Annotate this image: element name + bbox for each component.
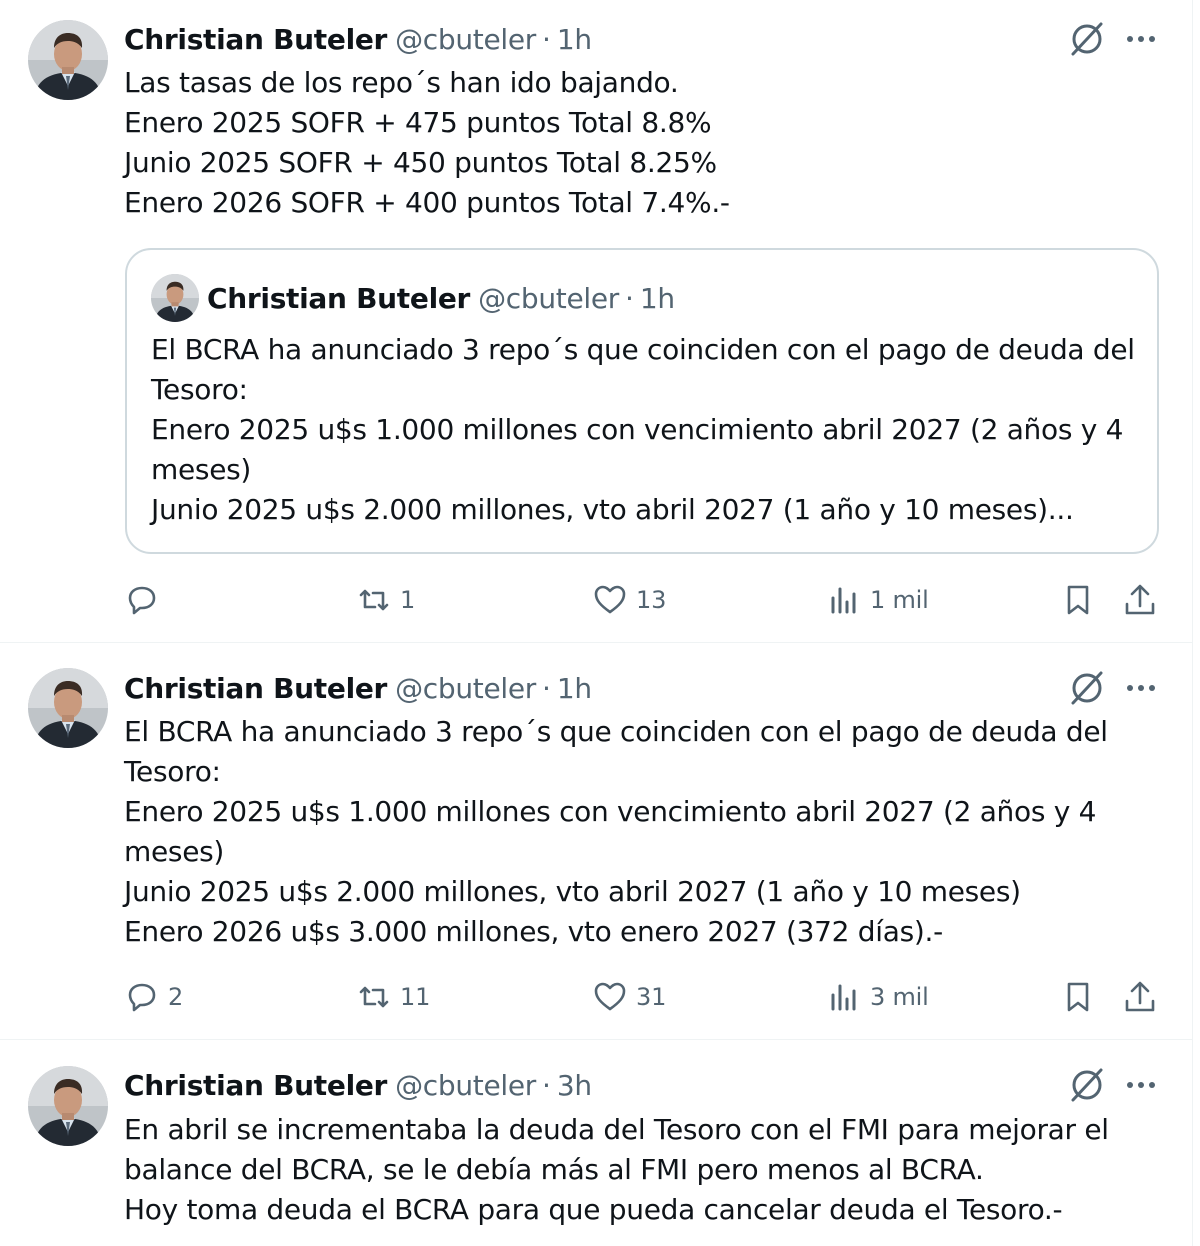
timestamp[interactable]: 3h <box>557 1069 592 1102</box>
grok-icon[interactable] <box>1068 20 1106 58</box>
more-icon[interactable] <box>1124 671 1158 705</box>
tweet-text-line: Tesoro: <box>124 755 221 788</box>
author-name[interactable]: Christian Buteler <box>207 282 470 315</box>
more-icon[interactable] <box>1124 1068 1158 1102</box>
tweet-text-line: Enero 2026 u$s 3.000 millones, vto enero… <box>124 915 943 948</box>
action-bar: 2 11 31 3 mil <box>124 975 1164 1019</box>
tweet[interactable]: Christian Buteler @cbuteler · 1h El BCRA… <box>0 643 1192 1040</box>
bookmark-button[interactable] <box>1060 578 1096 622</box>
avatar[interactable] <box>28 668 108 748</box>
like-count: 31 <box>636 983 667 1011</box>
tweet-header: Christian Buteler @cbuteler · 1h <box>124 668 592 708</box>
tweet-text-line: Enero 2026 SOFR + 400 puntos Total 7.4%.… <box>124 186 730 219</box>
bookmark-icon <box>1067 982 1089 1012</box>
quoted-tweet-header: Christian Buteler @cbuteler · 1h <box>207 278 675 318</box>
quoted-tweet[interactable]: Christian Buteler @cbuteler · 1h El BCRA… <box>125 248 1159 554</box>
like-button[interactable]: 13 <box>592 578 666 622</box>
separator: · <box>542 1068 551 1102</box>
views-button[interactable]: 3 mil <box>826 975 929 1019</box>
repost-button[interactable]: 1 <box>356 578 415 622</box>
separator: · <box>542 671 551 705</box>
separator: · <box>625 281 634 315</box>
tweet-text-line: balance del BCRA, se le debía más al FMI… <box>124 1153 984 1186</box>
bookmark-button[interactable] <box>1060 975 1096 1019</box>
reply-icon <box>128 983 156 1012</box>
like-button[interactable]: 31 <box>592 975 666 1019</box>
repost-button[interactable]: 11 <box>356 975 430 1019</box>
view-count: 3 mil <box>870 983 929 1011</box>
timestamp[interactable]: 1h <box>640 282 675 315</box>
timestamp[interactable]: 1h <box>557 672 592 705</box>
more-icon[interactable] <box>1124 22 1158 56</box>
view-count: 1 mil <box>870 586 929 614</box>
action-bar: 1 13 1 mil <box>124 578 1164 622</box>
tweet-text-line: Enero 2025 SOFR + 475 puntos Total 8.8% <box>124 106 712 139</box>
share-button[interactable] <box>1122 578 1158 622</box>
avatar[interactable] <box>28 1066 108 1146</box>
tweet-text-line: Hoy toma deuda el BCRA para que pueda ca… <box>124 1193 1063 1226</box>
reply-count: 2 <box>168 983 184 1011</box>
quote-text-line: Tesoro: <box>151 373 248 406</box>
tweet-text: Las tasas de los repo´s han ido bajando.… <box>124 63 1164 223</box>
reply-button[interactable] <box>124 578 168 622</box>
quote-text-line: Enero 2025 u$s 1.000 millones con vencim… <box>151 413 1124 446</box>
like-icon <box>594 585 626 614</box>
quoted-tweet-text: El BCRA ha anunciado 3 repo´s que coinci… <box>151 330 1141 530</box>
tweet-text-line: Enero 2025 u$s 1.000 millones con vencim… <box>124 795 1097 828</box>
quote-text-line: Junio 2025 u$s 2.000 millones, vto abril… <box>151 493 1074 526</box>
author-name[interactable]: Christian Buteler <box>124 672 387 705</box>
separator: · <box>542 22 551 56</box>
tweet-text-line: Junio 2025 SOFR + 450 puntos Total 8.25% <box>124 146 717 179</box>
repost-count: 1 <box>400 586 416 614</box>
grok-icon[interactable] <box>1068 1066 1106 1104</box>
bookmark-icon <box>1067 585 1089 615</box>
author-name[interactable]: Christian Buteler <box>124 1069 387 1102</box>
like-icon <box>594 982 626 1011</box>
timeline: Christian Buteler @cbuteler · 1h Las tas… <box>0 0 1192 1246</box>
views-button[interactable]: 1 mil <box>826 578 929 622</box>
tweet[interactable]: Christian Buteler @cbuteler · 1h Las tas… <box>0 0 1192 643</box>
reply-icon <box>128 586 156 615</box>
quote-text-line: El BCRA ha anunciado 3 repo´s que coinci… <box>151 333 1135 366</box>
repost-count: 11 <box>400 983 431 1011</box>
repost-icon <box>359 986 389 1008</box>
scrollbar[interactable] <box>1192 0 1200 1246</box>
author-handle[interactable]: @cbuteler <box>478 282 619 315</box>
like-count: 13 <box>636 586 667 614</box>
author-name[interactable]: Christian Buteler <box>124 23 387 56</box>
tweet-text-line: El BCRA ha anunciado 3 repo´s que coinci… <box>124 715 1108 748</box>
tweet-text-line: Las tasas de los repo´s han ido bajando. <box>124 66 679 99</box>
timestamp[interactable]: 1h <box>557 23 592 56</box>
tweet-text: El BCRA ha anunciado 3 repo´s que coinci… <box>124 712 1164 952</box>
author-handle[interactable]: @cbuteler <box>395 672 536 705</box>
tweet-text-line: meses) <box>124 835 225 868</box>
share-button[interactable] <box>1122 975 1158 1019</box>
avatar[interactable] <box>28 20 108 100</box>
tweet-header: Christian Buteler @cbuteler · 1h <box>124 19 592 59</box>
author-handle[interactable]: @cbuteler <box>395 1069 536 1102</box>
grok-icon[interactable] <box>1068 669 1106 707</box>
quote-text-line: meses) <box>151 453 252 486</box>
views-icon <box>831 984 856 1011</box>
tweet-text-line: Junio 2025 u$s 2.000 millones, vto abril… <box>124 875 1021 908</box>
author-handle[interactable]: @cbuteler <box>395 23 536 56</box>
tweet-header: Christian Buteler @cbuteler · 3h <box>124 1065 592 1105</box>
tweet-text: En abril se incrementaba la deuda del Te… <box>124 1110 1164 1230</box>
share-icon <box>1125 584 1155 615</box>
tweet[interactable]: Christian Buteler @cbuteler · 3h En abri… <box>0 1040 1192 1246</box>
views-icon <box>831 587 856 614</box>
share-icon <box>1125 981 1155 1012</box>
tweet-text-line: En abril se incrementaba la deuda del Te… <box>124 1113 1109 1146</box>
reply-button[interactable]: 2 <box>124 975 183 1019</box>
avatar[interactable] <box>151 274 199 322</box>
repost-icon <box>359 589 389 611</box>
